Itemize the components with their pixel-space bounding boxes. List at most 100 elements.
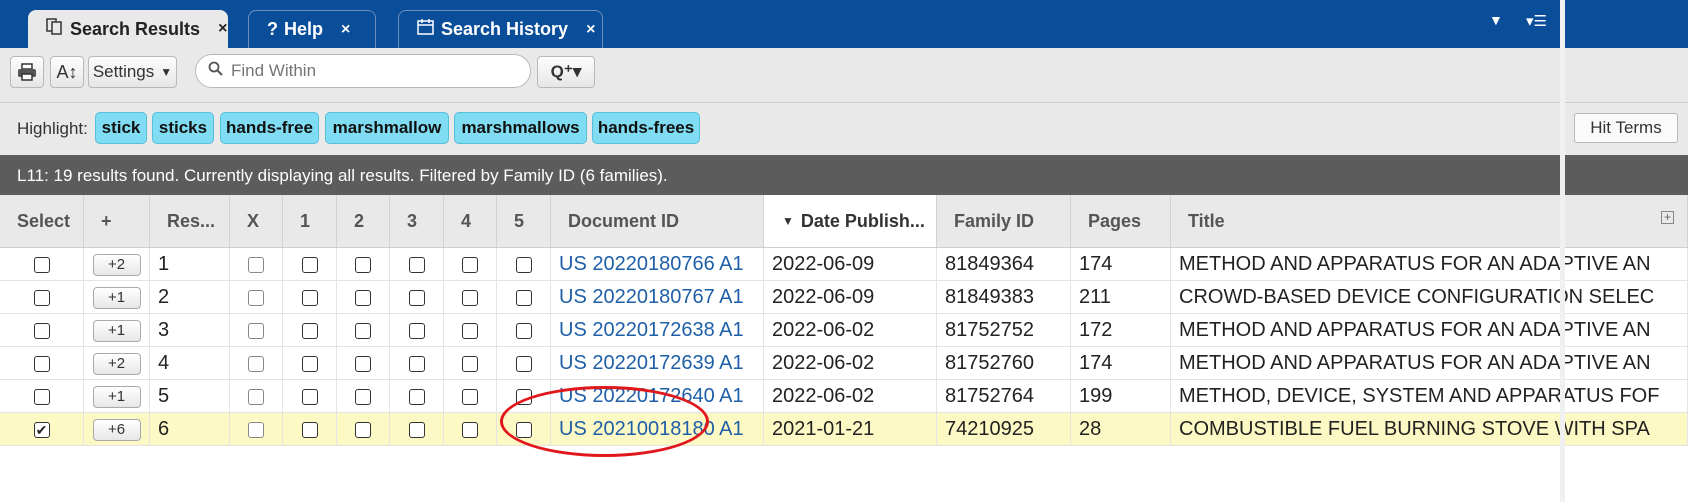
family-expand-button[interactable]: +2 bbox=[92, 352, 141, 375]
tag-3-checkbox[interactable] bbox=[408, 256, 425, 273]
tab-help[interactable]: ? Help × bbox=[248, 10, 376, 48]
column-header-result[interactable]: Res... bbox=[150, 195, 230, 247]
tag-5-checkbox[interactable] bbox=[515, 322, 532, 339]
document-id-link[interactable]: US 20220172640 A1 bbox=[559, 385, 744, 408]
search-options-button[interactable]: Q⁺▾ bbox=[537, 56, 595, 88]
document-id-link[interactable]: US 20220180766 A1 bbox=[559, 253, 744, 276]
tag-4-checkbox[interactable] bbox=[462, 322, 478, 339]
print-button[interactable] bbox=[10, 56, 44, 88]
sort-desc-icon: ▼ bbox=[782, 214, 794, 228]
x-checkbox[interactable] bbox=[248, 322, 264, 339]
tag-4-checkbox[interactable] bbox=[462, 355, 478, 372]
tab-search-history[interactable]: Search History × bbox=[398, 10, 603, 48]
highlight-term[interactable]: stick bbox=[95, 112, 147, 144]
table-row[interactable]: +1 2 US 20220180767 A1 2022-06-09 81849383 21… bbox=[0, 281, 1688, 314]
family-expand-button[interactable]: +1 bbox=[92, 286, 141, 309]
calendar-icon bbox=[417, 18, 435, 41]
tag-5-checkbox[interactable] bbox=[515, 355, 532, 372]
find-within-input[interactable] bbox=[229, 60, 513, 82]
document-id-link[interactable]: US 20220180767 A1 bbox=[559, 286, 744, 309]
x-checkbox[interactable] bbox=[248, 388, 264, 405]
select-checkbox[interactable] bbox=[33, 322, 50, 339]
table-row[interactable]: +2 4 US 20220172639 A1 2022-06-02 81752760 17… bbox=[0, 347, 1688, 380]
font-size-button[interactable]: A↕ bbox=[50, 56, 84, 88]
document-title: COMBUSTIBLE FUEL BURNING STOVE WITH SPA bbox=[1171, 413, 1688, 446]
tag-2-checkbox[interactable] bbox=[355, 256, 371, 273]
tag-5-checkbox[interactable] bbox=[515, 421, 532, 438]
column-header-4[interactable]: 4 bbox=[444, 195, 497, 247]
select-checkbox[interactable]: ✔ bbox=[33, 421, 50, 438]
table-row[interactable]: +1 3 US 20220172638 A1 2022-06-02 81752752 17… bbox=[0, 314, 1688, 347]
x-checkbox[interactable] bbox=[248, 421, 264, 438]
select-checkbox[interactable] bbox=[33, 256, 50, 273]
tag-4-checkbox[interactable] bbox=[462, 421, 478, 438]
tag-2-checkbox[interactable] bbox=[355, 388, 371, 405]
close-icon[interactable]: × bbox=[341, 21, 350, 39]
tag-3-checkbox[interactable] bbox=[408, 322, 425, 339]
highlight-term[interactable]: hands-frees bbox=[592, 112, 700, 144]
select-checkbox[interactable] bbox=[33, 289, 50, 306]
tag-4-checkbox[interactable] bbox=[462, 289, 478, 306]
tag-2-checkbox[interactable] bbox=[355, 421, 371, 438]
tag-3-checkbox[interactable] bbox=[408, 355, 425, 372]
tag-2-checkbox[interactable] bbox=[355, 289, 371, 306]
column-header-family-id[interactable]: Family ID bbox=[937, 195, 1071, 247]
family-expand-button[interactable]: +1 bbox=[92, 385, 141, 408]
highlight-term[interactable]: hands-free bbox=[220, 112, 319, 144]
tag-1-checkbox[interactable] bbox=[301, 421, 318, 438]
tag-4-checkbox[interactable] bbox=[462, 388, 478, 405]
tag-5-checkbox[interactable] bbox=[515, 256, 532, 273]
select-cell bbox=[0, 347, 84, 380]
family-expand-button[interactable]: +2 bbox=[92, 253, 141, 276]
tag-1-checkbox[interactable] bbox=[301, 256, 318, 273]
x-checkbox[interactable] bbox=[248, 289, 264, 306]
document-id-link[interactable]: US 20220172638 A1 bbox=[559, 319, 744, 342]
select-checkbox[interactable] bbox=[33, 355, 50, 372]
table-row[interactable]: ✔ +6 6 US 20210018180 A1 2021-01-21 74210925 2… bbox=[0, 413, 1688, 446]
column-header-1[interactable]: 1 bbox=[283, 195, 337, 247]
tag-5-checkbox[interactable] bbox=[515, 388, 532, 405]
highlight-term[interactable]: marshmallows bbox=[454, 112, 587, 144]
tag-1-checkbox[interactable] bbox=[301, 289, 318, 306]
column-header-3[interactable]: 3 bbox=[390, 195, 444, 247]
close-icon[interactable]: × bbox=[586, 21, 595, 39]
tab-search-results[interactable]: Search Results × bbox=[28, 10, 228, 48]
close-icon[interactable]: × bbox=[218, 20, 227, 38]
document-id-link[interactable]: US 20220172639 A1 bbox=[559, 352, 744, 375]
x-checkbox[interactable] bbox=[248, 256, 264, 273]
tag-2-checkbox[interactable] bbox=[355, 322, 371, 339]
column-header-date[interactable]: ▼ Date Publish... bbox=[764, 195, 937, 247]
column-header-select[interactable]: Select bbox=[0, 195, 84, 247]
table-row[interactable]: +2 1 US 20220180766 A1 2022-06-09 81849364 17… bbox=[0, 248, 1688, 281]
column-header-5[interactable]: 5 bbox=[497, 195, 551, 247]
tag-3-checkbox[interactable] bbox=[408, 421, 425, 438]
column-header-family[interactable]: + bbox=[84, 195, 150, 247]
column-header-2[interactable]: 2 bbox=[337, 195, 390, 247]
tag-1-checkbox[interactable] bbox=[301, 322, 318, 339]
x-checkbox[interactable] bbox=[248, 355, 264, 372]
table-row[interactable]: +1 5 US 20220172640 A1 2022-06-02 81752764 19… bbox=[0, 380, 1688, 413]
column-header-x[interactable]: X bbox=[230, 195, 283, 247]
tag-4-checkbox[interactable] bbox=[462, 256, 478, 273]
column-header-document-id[interactable]: Document ID bbox=[551, 195, 764, 247]
highlight-term[interactable]: marshmallow bbox=[325, 112, 449, 144]
tag-3-checkbox[interactable] bbox=[408, 289, 425, 306]
tag-2-checkbox[interactable] bbox=[355, 355, 371, 372]
tag-5-checkbox[interactable] bbox=[515, 289, 532, 306]
column-header-pages[interactable]: Pages bbox=[1071, 195, 1171, 247]
select-checkbox[interactable] bbox=[33, 388, 50, 405]
list-menu-icon[interactable]: ▾☰ bbox=[1526, 12, 1547, 30]
document-id-link[interactable]: US 20210018180 A1 bbox=[559, 418, 744, 441]
hit-terms-button[interactable]: Hit Terms bbox=[1574, 113, 1678, 143]
column-header-title[interactable]: Title + bbox=[1171, 195, 1688, 247]
chevron-down-icon[interactable]: ▼ bbox=[1489, 12, 1503, 28]
tag-cell bbox=[337, 314, 390, 347]
family-expand-button[interactable]: +6 bbox=[92, 418, 141, 441]
column-chooser-icon[interactable]: + bbox=[1661, 211, 1674, 224]
highlight-term[interactable]: sticks bbox=[152, 112, 214, 144]
tag-1-checkbox[interactable] bbox=[301, 355, 318, 372]
settings-dropdown[interactable]: Settings ▼ bbox=[88, 56, 177, 88]
family-expand-button[interactable]: +1 bbox=[92, 319, 141, 342]
tag-1-checkbox[interactable] bbox=[301, 388, 318, 405]
tag-3-checkbox[interactable] bbox=[408, 388, 425, 405]
